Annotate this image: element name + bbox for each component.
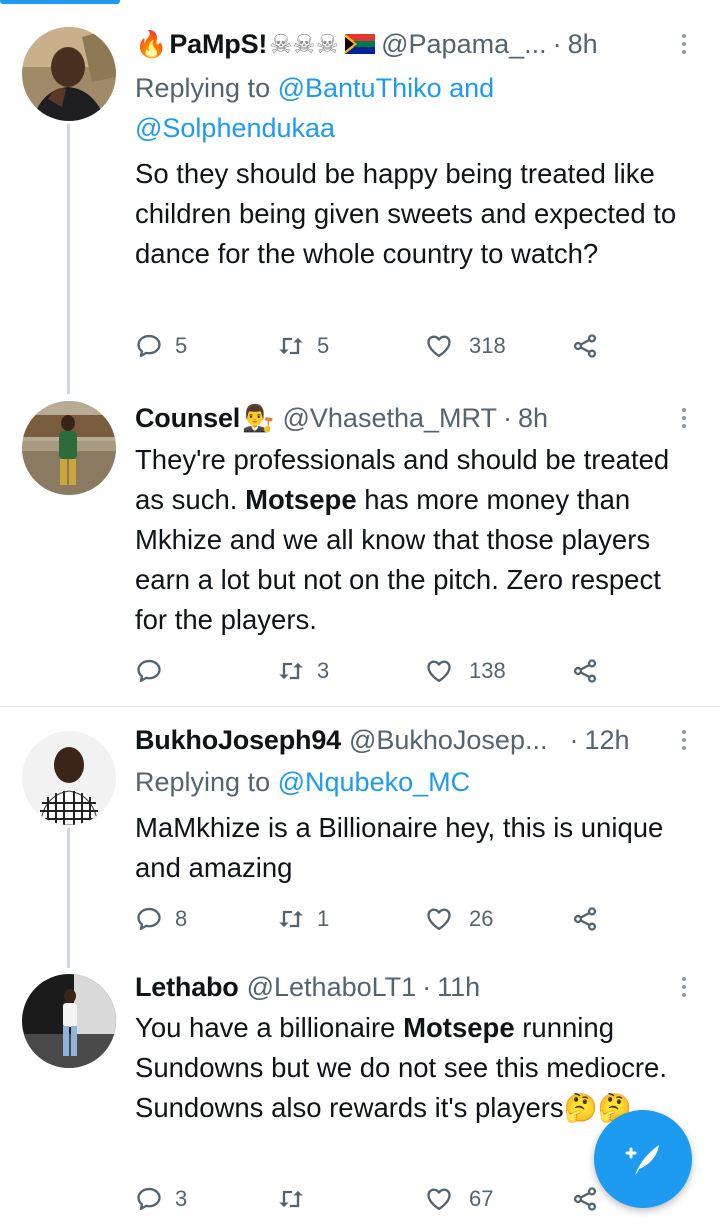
reply-button[interactable]: 3 <box>135 1179 187 1219</box>
avatar[interactable] <box>22 401 116 495</box>
reply-icon <box>137 1187 161 1211</box>
user-handle[interactable]: @Vhasetha_MRT <box>283 403 498 434</box>
skull-icon: ☠☠☠ <box>269 28 340 59</box>
share-button[interactable] <box>571 899 599 939</box>
tweet-text: MaMkhize is a Billionaire hey, this is u… <box>135 812 664 883</box>
mention-link[interactable]: @Solphendukaa <box>135 113 335 143</box>
like-count: 138 <box>469 658 506 683</box>
judge-icon: 👨‍⚖️ <box>242 402 275 433</box>
user-handle[interactable]: @LethaboLT1 <box>247 972 417 1003</box>
replying-to: Replying to @Nqubeko_MC <box>135 762 690 802</box>
like-count: 318 <box>469 333 506 358</box>
more-vertical-icon[interactable] <box>674 725 694 755</box>
timestamp[interactable]: 8h <box>568 29 598 60</box>
reply-button[interactable] <box>135 651 175 691</box>
reply-icon <box>137 334 161 358</box>
tab-indicator <box>0 0 120 4</box>
tweet-text: So they should be happy being treated li… <box>135 158 677 269</box>
reply-icon <box>137 907 161 931</box>
reply-button[interactable]: 8 <box>135 899 187 939</box>
avatar[interactable] <box>22 974 116 1068</box>
share-button[interactable] <box>571 651 599 691</box>
tweet-actions: 3 138 <box>135 651 615 691</box>
mention-link[interactable]: @Nqubeko_MC <box>278 767 471 797</box>
tweet-header: Lethabo @LethaboLT1 · 11h <box>135 967 662 1007</box>
separator-dot: · <box>503 402 513 433</box>
retweet-icon <box>279 662 303 680</box>
separator-dot: · <box>552 28 562 59</box>
share-icon <box>573 659 597 683</box>
display-name[interactable]: Lethabo <box>135 972 239 1003</box>
heart-icon <box>427 908 451 931</box>
like-button[interactable]: 67 <box>425 1179 493 1219</box>
share-icon <box>573 907 597 931</box>
separator-dot: · <box>422 971 432 1002</box>
replying-to-label: Replying to <box>135 73 271 103</box>
fire-icon: 🔥 <box>135 28 168 59</box>
reply-icon <box>137 659 161 683</box>
tweet-actions: 5 5 318 <box>135 326 615 366</box>
retweet-count: 3 <box>317 658 330 683</box>
reply-count: 3 <box>175 1186 188 1211</box>
tweet-header: 🔥 PaMpS! ☠☠☠ @Papama_... · 8h <box>135 24 662 64</box>
heart-icon <box>427 335 451 358</box>
highlighted-term: Motsepe <box>245 484 357 515</box>
retweet-button[interactable]: 3 <box>277 651 329 691</box>
display-name[interactable]: PaMpS! <box>169 29 267 60</box>
retweet-icon <box>279 910 303 928</box>
heart-icon <box>427 660 451 683</box>
tweet-text: You have a billionaire Motsepe running S… <box>135 1008 675 1128</box>
highlighted-term: Motsepe <box>403 1012 515 1043</box>
thread-line <box>67 124 70 394</box>
reply-count: 8 <box>175 906 188 931</box>
tweet-actions: 3 67 <box>135 1179 615 1219</box>
user-handle[interactable]: @Papama_... <box>381 29 547 60</box>
reply-button[interactable]: 5 <box>135 326 187 366</box>
thread-line <box>67 828 70 968</box>
share-button[interactable] <box>571 1179 599 1219</box>
like-button[interactable]: 26 <box>425 899 493 939</box>
retweet-count: 1 <box>317 906 330 931</box>
south-africa-flag-icon <box>345 34 376 54</box>
share-button[interactable] <box>571 326 599 366</box>
heart-icon <box>427 1188 451 1211</box>
compose-tweet-button[interactable] <box>594 1110 692 1208</box>
tweet-header: BukhoJoseph94 @BukhoJosep... · 12h <box>135 720 662 760</box>
avatar[interactable] <box>22 27 116 121</box>
share-icon <box>573 1187 597 1211</box>
tweet-text: They're professionals and should be trea… <box>135 440 695 640</box>
more-vertical-icon[interactable] <box>674 29 694 59</box>
timestamp[interactable]: 11h <box>437 972 480 1003</box>
timestamp[interactable]: 12h <box>584 725 629 756</box>
tweet-divider <box>0 706 720 707</box>
like-button[interactable]: 138 <box>425 651 506 691</box>
text-segment: You have a billionaire <box>135 1012 404 1043</box>
separator-dot: · <box>569 724 579 755</box>
timestamp[interactable]: 8h <box>518 403 548 434</box>
replying-to-label: Replying to <box>135 767 271 797</box>
like-count: 26 <box>469 906 494 931</box>
user-handle[interactable]: @BukhoJosep... <box>349 725 548 756</box>
display-name[interactable]: BukhoJoseph94 <box>135 725 341 756</box>
retweet-button[interactable] <box>277 1179 317 1219</box>
tweet-actions: 8 1 26 <box>135 899 615 939</box>
reply-count: 5 <box>175 333 188 358</box>
retweet-button[interactable]: 1 <box>277 899 329 939</box>
retweet-icon <box>279 1190 303 1208</box>
like-count: 67 <box>469 1186 494 1211</box>
more-vertical-icon[interactable] <box>674 972 694 1002</box>
like-button[interactable]: 318 <box>425 326 506 366</box>
avatar[interactable] <box>22 731 116 825</box>
display-name[interactable]: Counsel <box>135 403 240 434</box>
share-icon <box>573 334 597 358</box>
mention-link[interactable]: @BantuThiko and <box>278 73 495 103</box>
retweet-count: 5 <box>317 333 330 358</box>
retweet-button[interactable]: 5 <box>277 326 329 366</box>
retweet-icon <box>279 337 303 355</box>
more-vertical-icon[interactable] <box>674 403 694 433</box>
compose-tweet-icon <box>625 1145 659 1175</box>
replying-to: Replying to @BantuThiko and @Solphenduka… <box>135 68 690 148</box>
tweet-header: Counsel 👨‍⚖️ @Vhasetha_MRT · 8h <box>135 398 662 438</box>
